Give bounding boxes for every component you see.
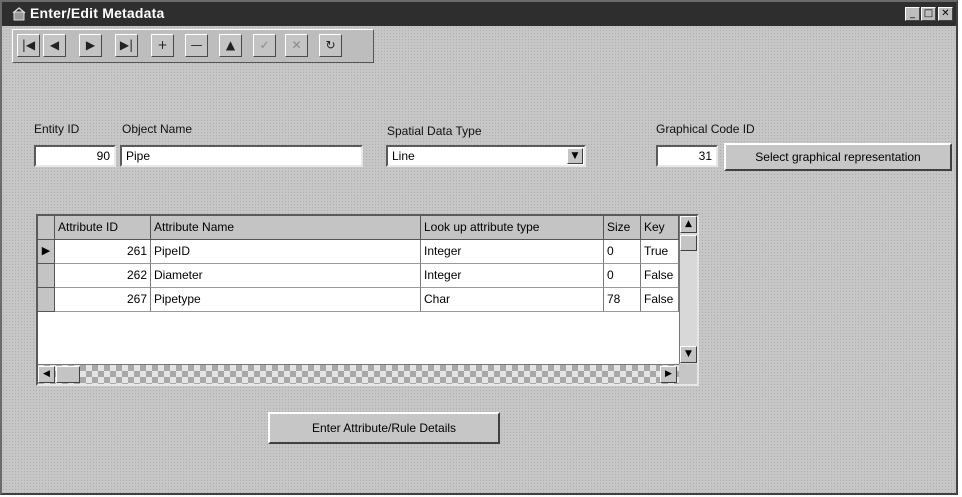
col-header-key[interactable]: Key	[641, 216, 679, 240]
window-title: Enter/Edit Metadata	[30, 5, 165, 21]
col-header-lookup-type[interactable]: Look up attribute type	[421, 216, 604, 240]
cell-key[interactable]: False	[641, 264, 679, 288]
scrollbar-corner	[679, 364, 697, 384]
entity-id-field[interactable]: 90	[34, 145, 116, 167]
cell-attribute-name[interactable]: Diameter	[151, 264, 421, 288]
attribute-grid: Attribute ID Attribute Name Look up attr…	[36, 214, 699, 386]
cancel-edit-button[interactable]: ✕	[285, 34, 308, 57]
cell-size[interactable]: 0	[604, 264, 641, 288]
next-record-icon: ▶	[85, 38, 96, 52]
horizontal-scrollbar[interactable]: ◀ ▶	[38, 364, 679, 384]
edit-record-button[interactable]: ▲	[219, 34, 242, 57]
current-row-indicator-icon[interactable]: ▶	[38, 240, 55, 264]
refresh-icon: ↻	[325, 38, 336, 52]
cancel-icon: ✕	[291, 38, 302, 52]
row-selector[interactable]	[38, 288, 55, 312]
delete-icon: —	[190, 38, 203, 52]
graphical-code-field[interactable]: 31	[656, 145, 718, 167]
cell-key[interactable]: False	[641, 288, 679, 312]
col-header-attribute-name[interactable]: Attribute Name	[151, 216, 421, 240]
cell-lookup-type[interactable]: Integer	[421, 240, 604, 264]
scroll-up-icon[interactable]: ▲	[680, 216, 697, 233]
last-record-button[interactable]: ▶|	[115, 34, 138, 57]
previous-record-button[interactable]: ◀	[43, 34, 66, 57]
spatial-type-select[interactable]: Line ▼	[386, 145, 586, 167]
scroll-left-icon[interactable]: ◀	[38, 366, 55, 383]
cell-size[interactable]: 0	[604, 240, 641, 264]
navigator-toolbar: |◀ ◀ ▶ ▶| + — ▲ ✓ ✕ ↻	[12, 29, 374, 63]
horizontal-scroll-thumb[interactable]	[56, 366, 80, 383]
maximize-button[interactable]: □	[921, 7, 936, 21]
scroll-thumb[interactable]	[680, 235, 697, 251]
object-name-label: Object Name	[122, 122, 193, 136]
previous-record-icon: ◀	[49, 38, 60, 52]
graphical-code-label: Graphical Code ID	[656, 122, 755, 136]
chevron-down-icon[interactable]: ▼	[567, 148, 583, 164]
col-header-size[interactable]: Size	[604, 216, 641, 240]
close-button[interactable]: ✕	[938, 7, 953, 21]
cell-size[interactable]: 78	[604, 288, 641, 312]
first-record-button[interactable]: |◀	[17, 34, 40, 57]
cell-lookup-type[interactable]: Integer	[421, 264, 604, 288]
cell-attribute-id[interactable]: 262	[55, 264, 151, 288]
insert-icon: +	[157, 38, 168, 52]
edit-icon: ▲	[225, 38, 236, 52]
metadata-window: Enter/Edit Metadata _ □ ✕ |◀ ◀ ▶ ▶| + — …	[0, 0, 958, 495]
scroll-right-icon[interactable]: ▶	[660, 366, 677, 383]
object-name-field[interactable]: Pipe	[120, 145, 363, 167]
col-header-attribute-id[interactable]: Attribute ID	[55, 216, 151, 240]
title-bar: Enter/Edit Metadata _ □ ✕	[2, 2, 956, 26]
last-record-icon: ▶|	[119, 38, 134, 52]
spatial-type-label: Spatial Data Type	[387, 124, 482, 138]
maximize-icon: □	[923, 8, 934, 19]
first-record-icon: |◀	[21, 38, 36, 52]
vertical-scrollbar[interactable]: ▲ ▼	[679, 216, 697, 364]
minimize-icon: _	[910, 8, 915, 19]
cell-attribute-name[interactable]: Pipetype	[151, 288, 421, 312]
spatial-type-value: Line	[392, 149, 415, 163]
cell-attribute-id[interactable]: 267	[55, 288, 151, 312]
cell-attribute-name[interactable]: PipeID	[151, 240, 421, 264]
insert-record-button[interactable]: +	[151, 34, 174, 57]
refresh-button[interactable]: ↻	[319, 34, 342, 57]
post-edit-button[interactable]: ✓	[253, 34, 276, 57]
minimize-button[interactable]: _	[905, 7, 920, 21]
cell-attribute-id[interactable]: 261	[55, 240, 151, 264]
close-icon: ✕	[941, 8, 950, 19]
enter-attribute-rule-details-button[interactable]: Enter Attribute/Rule Details	[268, 412, 500, 444]
scroll-down-icon[interactable]: ▼	[680, 346, 697, 363]
next-record-button[interactable]: ▶	[79, 34, 102, 57]
grid-corner-header	[38, 216, 55, 240]
entity-id-label: Entity ID	[34, 122, 80, 136]
app-icon	[12, 7, 26, 21]
cell-key[interactable]: True	[641, 240, 679, 264]
delete-record-button[interactable]: —	[185, 34, 208, 57]
cell-lookup-type[interactable]: Char	[421, 288, 604, 312]
row-selector[interactable]	[38, 264, 55, 288]
checkmark-icon: ✓	[259, 38, 270, 52]
select-graphical-representation-button[interactable]: Select graphical representation	[724, 143, 952, 171]
